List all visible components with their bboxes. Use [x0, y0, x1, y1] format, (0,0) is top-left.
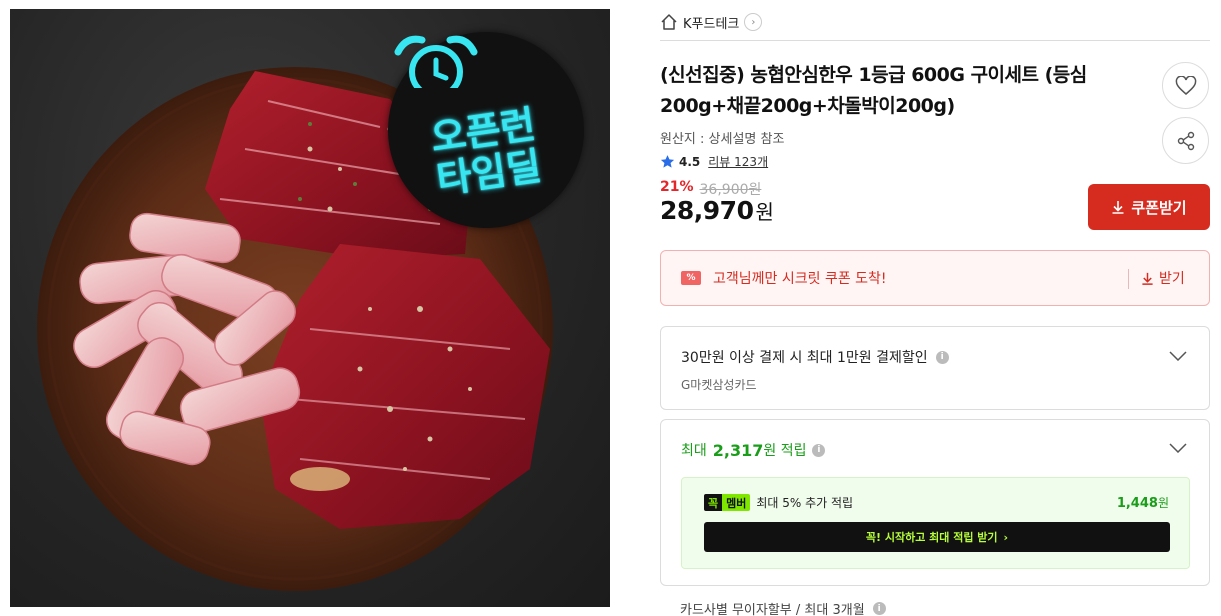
sale-price: 28,970 원 [660, 196, 774, 225]
chevron-right-icon: › [1003, 530, 1009, 544]
member-badge-part1: 꼭 [704, 494, 723, 511]
installment-info: 카드사별 무이자할부 / 최대 3개월 i [680, 599, 886, 616]
product-info-panel: K푸드테크 › (신선집중) 농협안심한우 1등급 600G 구이세트 (등심 … [660, 0, 1210, 616]
product-image[interactable]: 오픈런 타임딜 [10, 9, 610, 607]
member-benefit-text: 최대 5% 추가 적립 [756, 496, 854, 510]
sale-price-unit: 원 [755, 200, 774, 224]
card-discount-panel[interactable]: 30만원 이상 결제 시 최대 1만원 결제할인 i G마켓삼성카드 [660, 326, 1210, 410]
info-icon[interactable]: i [872, 602, 886, 615]
points-panel[interactable]: 최대 2,317 원 적립 i 꼭 멤버 최대 5% 추가 적립 1,448원 … [660, 419, 1210, 586]
timedeal-label: 오픈런 타임딜 [383, 97, 589, 207]
member-benefit-box: 꼭 멤버 최대 5% 추가 적립 1,448원 꼭! 시작하고 최대 적립 받기… [681, 477, 1190, 569]
member-badge: 꼭 멤버 [704, 494, 751, 511]
points-suffix: 원 적립 [763, 443, 807, 459]
wishlist-button[interactable] [1162, 62, 1209, 109]
seller-link[interactable]: K푸드테크 › [660, 10, 763, 34]
seller-name[interactable]: K푸드테크 [683, 13, 739, 32]
chevron-down-icon[interactable] [1169, 443, 1187, 453]
product-title-line2: 200g+채끝200g+차돌박이200g) [660, 95, 955, 117]
home-icon [661, 14, 677, 30]
points-amount: 2,317 [712, 440, 764, 460]
info-icon[interactable]: i [812, 443, 826, 457]
member-badge-part2: 멤버 [722, 494, 751, 511]
info-icon[interactable]: i [935, 350, 949, 364]
points-title: 최대 2,317 원 적립 i [681, 440, 826, 460]
chevron-right-icon[interactable]: › [744, 13, 763, 31]
member-signup-button[interactable]: 꼭! 시작하고 최대 적립 받기 › [704, 522, 1170, 552]
chevron-down-icon[interactable] [1169, 351, 1187, 361]
secret-coupon-get-label: 받기 [1159, 271, 1185, 287]
coupon-ticket-icon: % [681, 271, 701, 285]
coupon-button-label: 쿠폰받기 [1131, 198, 1187, 217]
divider [1128, 269, 1129, 289]
product-title-line1: (신선집중) 농협안심한우 1등급 600G 구이세트 (등심 [660, 64, 1087, 86]
installment-text: 카드사별 무이자할부 / 최대 3개월 [680, 603, 865, 616]
heart-icon [1175, 75, 1196, 95]
member-benefit-row: 꼭 멤버 최대 5% 추가 적립 [704, 494, 853, 511]
secret-coupon-banner[interactable]: % 고객님께만 시크릿 쿠폰 도착! 받기 [660, 250, 1210, 306]
share-icon [1177, 131, 1194, 150]
star-icon [660, 155, 675, 168]
timedeal-badge: 오픈런 타임딜 [388, 32, 584, 228]
divider [660, 40, 1210, 41]
rating-row: 4.5 리뷰 123개 [660, 153, 768, 170]
points-prefix: 최대 [681, 443, 707, 459]
product-title: (신선집중) 농협안심한우 1등급 600G 구이세트 (등심 200g+채끝2… [660, 60, 1150, 122]
secret-coupon-text: 고객님께만 시크릿 쿠폰 도착! [713, 271, 887, 287]
member-amount-value: 1,448 [1116, 496, 1158, 511]
member-signup-label: 꼭! 시작하고 최대 적립 받기 [865, 531, 998, 544]
review-count-link[interactable]: 리뷰 123개 [708, 153, 768, 170]
member-amount-unit: 원 [1157, 496, 1169, 510]
rating-score: 4.5 [679, 154, 701, 169]
sale-price-amount: 28,970 [660, 196, 754, 225]
download-icon [1142, 272, 1153, 285]
origin-info: 원산지 : 상세설명 참조 [660, 132, 785, 147]
card-name: G마켓삼성카드 [681, 378, 757, 392]
secret-coupon-get-button[interactable]: 받기 [1141, 251, 1185, 305]
coupon-download-button[interactable]: 쿠폰받기 [1088, 184, 1210, 230]
card-discount-title: 30만원 이상 결제 시 최대 1만원 결제할인 i [681, 347, 949, 367]
alarm-clock-icon [394, 35, 478, 88]
card-discount-text: 30만원 이상 결제 시 최대 1만원 결제할인 [681, 350, 928, 366]
download-icon [1112, 201, 1124, 214]
member-benefit-amount: 1,448원 [1117, 494, 1169, 511]
share-button[interactable] [1162, 117, 1209, 164]
